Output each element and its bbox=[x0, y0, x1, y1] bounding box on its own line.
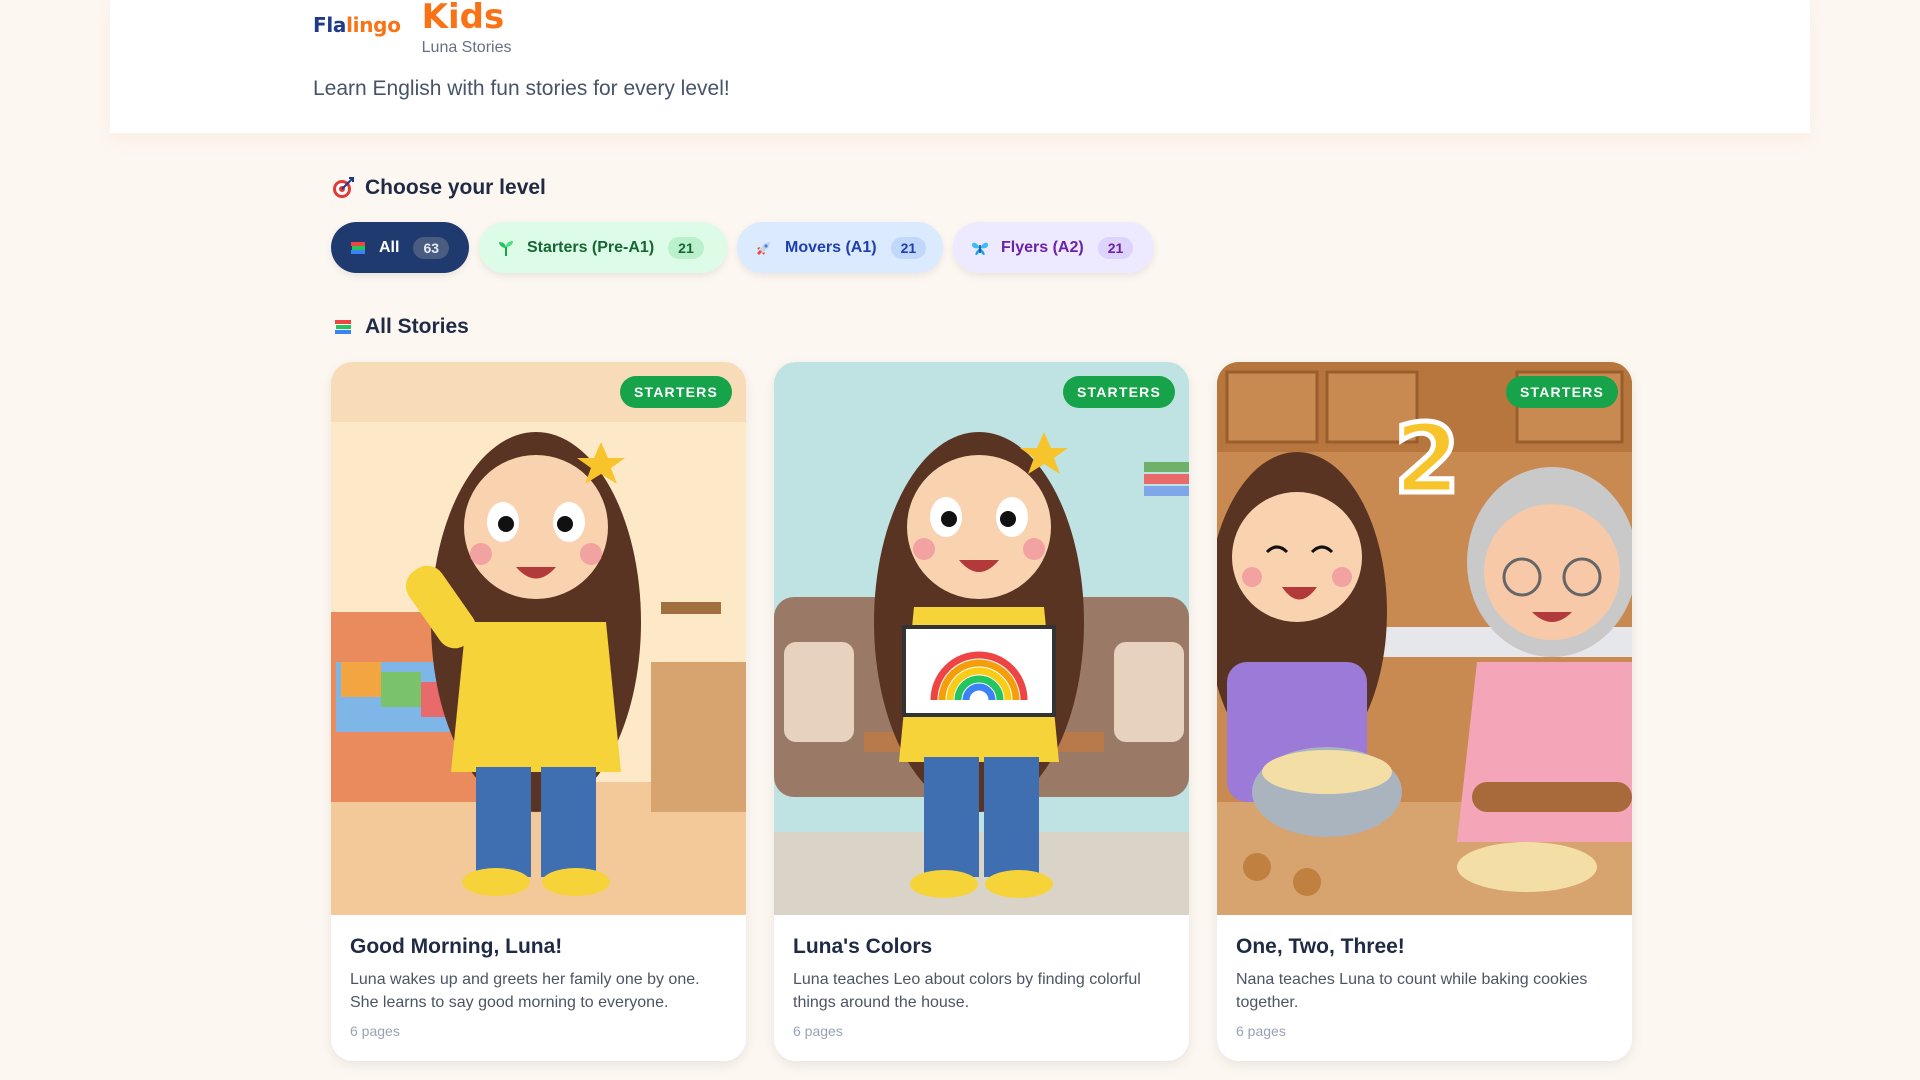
story-description: Luna teaches Leo about colors by finding… bbox=[793, 971, 1141, 1011]
story-page-count: 6 pages bbox=[350, 1023, 400, 1039]
filter-flyers[interactable]: Flyers (A2) 21 bbox=[953, 222, 1154, 273]
story-illustration: STARTERS bbox=[331, 362, 746, 915]
stories-section-title: All Stories bbox=[331, 315, 469, 339]
story-description: Nana teaches Luna to count while baking … bbox=[1236, 971, 1588, 1011]
butterfly-icon bbox=[971, 239, 989, 257]
brand-subtitle: Luna Stories bbox=[421, 39, 512, 56]
target-icon bbox=[331, 176, 355, 200]
brand-text: Kids Luna Stories bbox=[422, 0, 512, 57]
books-icon bbox=[331, 315, 355, 339]
story-illustration: STARTERS bbox=[774, 362, 1189, 915]
filter-count: 21 bbox=[890, 236, 927, 259]
story-description: Luna wakes up and greets her family one … bbox=[350, 971, 700, 1011]
seedling-icon bbox=[497, 239, 515, 257]
story-page-count: 6 pages bbox=[793, 1023, 843, 1039]
story-illustration: 2 STARTERS bbox=[1217, 362, 1632, 915]
level-filters: All 63 Starters (Pre-A1) 21 Movers (A1) … bbox=[331, 222, 1154, 273]
level-badge: STARTERS bbox=[619, 376, 732, 408]
flalingo-logo[interactable]: Flalingo bbox=[313, 13, 401, 37]
story-title: Luna's Colors bbox=[793, 935, 933, 958]
tagline: Learn English with fun stories for every… bbox=[313, 77, 730, 100]
story-grid: STARTERS Good Morning, Luna! Luna wakes … bbox=[331, 362, 1632, 1061]
filter-starters[interactable]: Starters (Pre-A1) 21 bbox=[479, 222, 727, 273]
story-page-count: 6 pages bbox=[1236, 1023, 1286, 1039]
story-title: Good Morning, Luna! bbox=[350, 935, 563, 958]
filter-count: 21 bbox=[668, 236, 704, 259]
filter-count: 63 bbox=[413, 236, 450, 259]
filter-all[interactable]: All 63 bbox=[331, 222, 469, 273]
brand[interactable]: Flalingo Kids Luna Stories bbox=[313, 0, 511, 57]
brand-name: Kids bbox=[421, 0, 505, 37]
books-icon bbox=[349, 239, 367, 257]
story-card[interactable]: STARTERS Luna's Colors Luna teaches Leo … bbox=[774, 362, 1189, 1061]
svg-text:2: 2 bbox=[1394, 405, 1460, 515]
level-badge: STARTERS bbox=[1505, 376, 1618, 408]
filter-count: 21 bbox=[1097, 236, 1134, 259]
header: Flalingo Kids Luna Stories Learn English… bbox=[110, 0, 1810, 133]
rocket-icon bbox=[755, 239, 773, 257]
story-title: One, Two, Three! bbox=[1236, 935, 1405, 958]
level-badge: STARTERS bbox=[1062, 376, 1175, 408]
filter-movers[interactable]: Movers (A1) 21 bbox=[737, 222, 943, 273]
level-section-title: Choose your level bbox=[331, 176, 546, 200]
story-card[interactable]: 2 STARTERS One, Two, Three! Nana teaches… bbox=[1217, 362, 1632, 1061]
story-card[interactable]: STARTERS Good Morning, Luna! Luna wakes … bbox=[331, 362, 746, 1061]
